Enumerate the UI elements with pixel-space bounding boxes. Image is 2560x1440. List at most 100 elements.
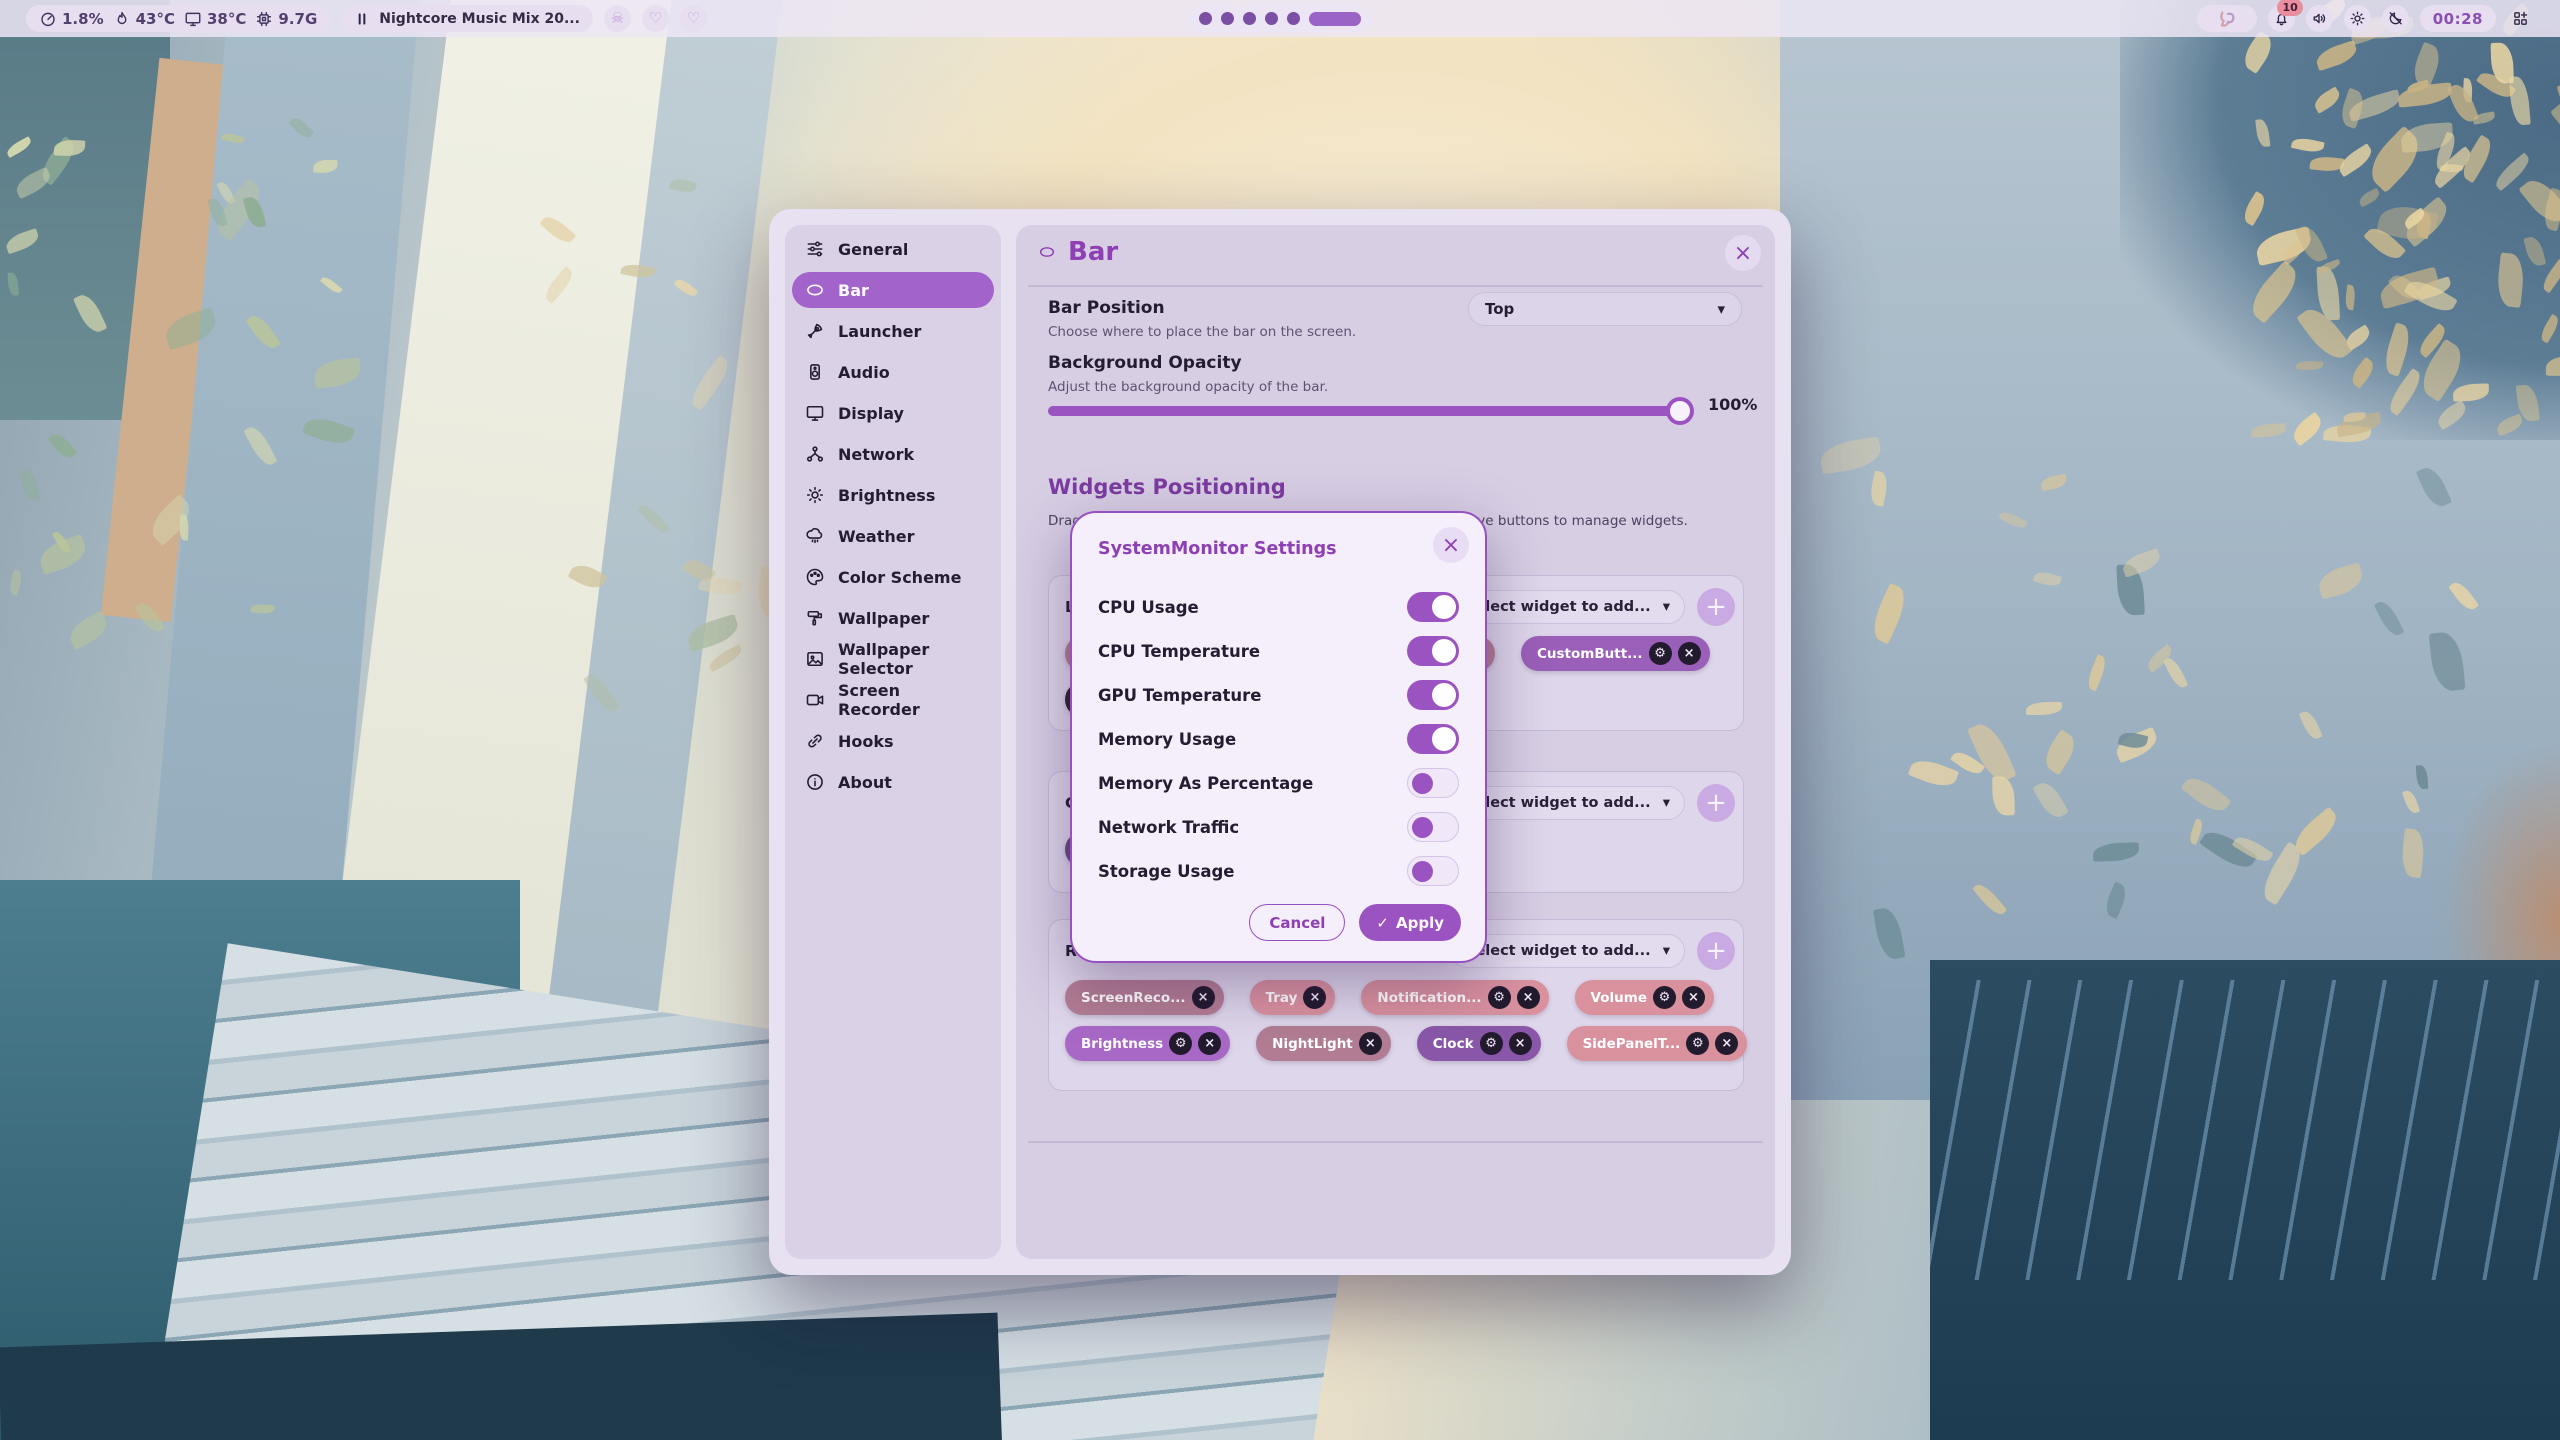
widget-chip-sidepanelt[interactable]: SidePanelT...⚙× bbox=[1567, 1026, 1748, 1061]
sidebar-item-bar[interactable]: Bar bbox=[792, 272, 994, 308]
quick-button-heart[interactable]: ♡ bbox=[642, 5, 669, 32]
quick-button-heart[interactable]: ♡ bbox=[680, 5, 707, 32]
sidebar-item-label: General bbox=[838, 240, 908, 259]
workspace-dot[interactable] bbox=[1199, 12, 1212, 25]
toggle-network-traffic[interactable] bbox=[1407, 812, 1459, 842]
widget-chip-custombutt[interactable]: CustomButt...⚙× bbox=[1521, 636, 1710, 671]
workspace-dot[interactable] bbox=[1221, 12, 1234, 25]
toggle-row: Memory Usage bbox=[1098, 717, 1459, 761]
widgets-positioning-title: Widgets Positioning bbox=[1048, 475, 1286, 499]
widget-chip-notification[interactable]: Notification... ⚙ × bbox=[1361, 980, 1548, 1015]
slider-knob[interactable] bbox=[1666, 397, 1694, 425]
toggle-label: GPU Temperature bbox=[1098, 686, 1261, 705]
sidebar-item-screen-recorder[interactable]: Screen Recorder bbox=[792, 682, 994, 718]
gear-icon[interactable]: ⚙ bbox=[1480, 1032, 1503, 1055]
widget-chip-label: Notification... bbox=[1377, 990, 1481, 1006]
widget-chip-brightness[interactable]: Brightness⚙× bbox=[1065, 1026, 1230, 1061]
add-widget-button[interactable]: + bbox=[1697, 932, 1735, 970]
bar-position-value: Top bbox=[1485, 300, 1514, 318]
divider bbox=[1028, 285, 1763, 287]
close-icon[interactable]: × bbox=[1682, 986, 1705, 1009]
window-close-button[interactable]: × bbox=[1725, 235, 1761, 271]
widget-chip-screenreco[interactable]: ScreenReco...× bbox=[1065, 980, 1224, 1015]
close-icon[interactable]: × bbox=[1198, 1032, 1221, 1055]
videocam-icon bbox=[805, 690, 825, 710]
widget-chip-volume[interactable]: Volume⚙× bbox=[1575, 980, 1714, 1015]
system-stats-pill[interactable]: 1.8%43°C38°C9.7G bbox=[26, 5, 330, 32]
sidebar-item-label: Brightness bbox=[838, 486, 935, 505]
media-pill[interactable]: Nightcore Music Mix 20... bbox=[341, 5, 593, 32]
widget-chip-label: NightLight bbox=[1272, 1036, 1353, 1052]
modal-close-button[interactable]: × bbox=[1433, 527, 1469, 563]
workspace-dot[interactable] bbox=[1265, 12, 1278, 25]
toggle-memory-usage[interactable] bbox=[1407, 724, 1459, 754]
cancel-button[interactable]: Cancel bbox=[1249, 904, 1345, 941]
rocket-icon bbox=[805, 321, 825, 341]
close-icon[interactable]: × bbox=[1517, 986, 1540, 1009]
notifications-button[interactable]: 10 bbox=[2268, 5, 2295, 32]
background-opacity-slider[interactable] bbox=[1048, 397, 1692, 425]
stat-value: 9.7G bbox=[278, 10, 317, 28]
check-icon: ✓ bbox=[1376, 914, 1389, 932]
gear-icon[interactable]: ⚙ bbox=[1488, 986, 1511, 1009]
tray-app-button[interactable] bbox=[2197, 5, 2257, 32]
sidebar-item-hooks[interactable]: Hooks bbox=[792, 723, 994, 759]
sidebar-item-label: Bar bbox=[838, 281, 869, 300]
brightness-button[interactable] bbox=[2344, 5, 2371, 32]
add-widget-button[interactable]: + bbox=[1697, 588, 1735, 626]
add-widget-button[interactable]: + bbox=[1697, 784, 1735, 822]
toggle-gpu-temperature[interactable] bbox=[1407, 680, 1459, 710]
widget-chip-tray[interactable]: Tray× bbox=[1250, 980, 1336, 1015]
bar-position-desc: Choose where to place the bar on the scr… bbox=[1048, 324, 1356, 340]
clock[interactable]: 00:28 bbox=[2420, 5, 2496, 32]
workspaces-pill[interactable] bbox=[1188, 5, 1372, 32]
quick-button-skull[interactable]: ☠ bbox=[604, 5, 631, 32]
toggle-memory-as-percentage[interactable] bbox=[1407, 768, 1459, 798]
sidebar-item-wallpaper[interactable]: Wallpaper bbox=[792, 600, 994, 636]
sidebar-item-launcher[interactable]: Launcher bbox=[792, 313, 994, 349]
sidebar-item-audio[interactable]: Audio bbox=[792, 354, 994, 390]
workspace-dot[interactable] bbox=[1287, 12, 1300, 25]
sidebar-item-general[interactable]: General bbox=[792, 231, 994, 267]
toggle-cpu-usage[interactable] bbox=[1407, 592, 1459, 622]
display-icon bbox=[184, 10, 202, 28]
toggle-storage-usage[interactable] bbox=[1407, 856, 1459, 886]
workspace-active[interactable] bbox=[1309, 12, 1361, 26]
close-icon[interactable]: × bbox=[1509, 1032, 1532, 1055]
toggle-label: Memory As Percentage bbox=[1098, 774, 1313, 793]
widget-chip-clock[interactable]: Clock ⚙ × bbox=[1417, 1026, 1541, 1061]
bar-position-label: Bar Position bbox=[1048, 298, 1165, 318]
toggle-cpu-temperature[interactable] bbox=[1407, 636, 1459, 666]
dashboard-button[interactable] bbox=[2507, 5, 2534, 32]
apply-button[interactable]: ✓ Apply bbox=[1359, 904, 1461, 941]
gear-icon[interactable]: ⚙ bbox=[1686, 1032, 1709, 1055]
close-icon[interactable]: × bbox=[1678, 642, 1701, 665]
sidebar-item-label: About bbox=[838, 773, 892, 792]
bar-position-select[interactable]: Top ▾ bbox=[1468, 292, 1742, 326]
sidebar-item-about[interactable]: About bbox=[792, 764, 994, 800]
gear-icon[interactable]: ⚙ bbox=[1653, 986, 1676, 1009]
workspace-dot[interactable] bbox=[1243, 12, 1256, 25]
sidebar-item-display[interactable]: Display bbox=[792, 395, 994, 431]
close-icon[interactable]: × bbox=[1303, 986, 1326, 1009]
sun-icon bbox=[2349, 10, 2366, 27]
sidebar-item-weather[interactable]: Weather bbox=[792, 518, 994, 554]
close-icon[interactable]: × bbox=[1192, 986, 1215, 1009]
sidebar-item-wallpaper-selector[interactable]: Wallpaper Selector bbox=[792, 641, 994, 677]
stat-gauge: 1.8% bbox=[39, 10, 104, 28]
close-icon[interactable]: × bbox=[1359, 1032, 1382, 1055]
widget-chip-label: Clock bbox=[1433, 1036, 1474, 1052]
toggle-row: Memory As Percentage bbox=[1098, 761, 1459, 805]
widget-chip-nightlight[interactable]: NightLight × bbox=[1256, 1026, 1391, 1061]
sidebar-item-label: Color Scheme bbox=[838, 568, 961, 587]
sidebar-item-color-scheme[interactable]: Color Scheme bbox=[792, 559, 994, 595]
sidebar-item-brightness[interactable]: Brightness bbox=[792, 477, 994, 513]
volume-button[interactable] bbox=[2306, 5, 2333, 32]
stat-value: 38°C bbox=[207, 10, 246, 28]
close-icon[interactable]: × bbox=[1715, 1032, 1738, 1055]
sidebar-item-network[interactable]: Network bbox=[792, 436, 994, 472]
gear-icon[interactable]: ⚙ bbox=[1169, 1032, 1192, 1055]
gear-icon[interactable]: ⚙ bbox=[1649, 642, 1672, 665]
toggle-row: Storage Usage bbox=[1098, 849, 1459, 893]
night-light-button[interactable] bbox=[2382, 5, 2409, 32]
